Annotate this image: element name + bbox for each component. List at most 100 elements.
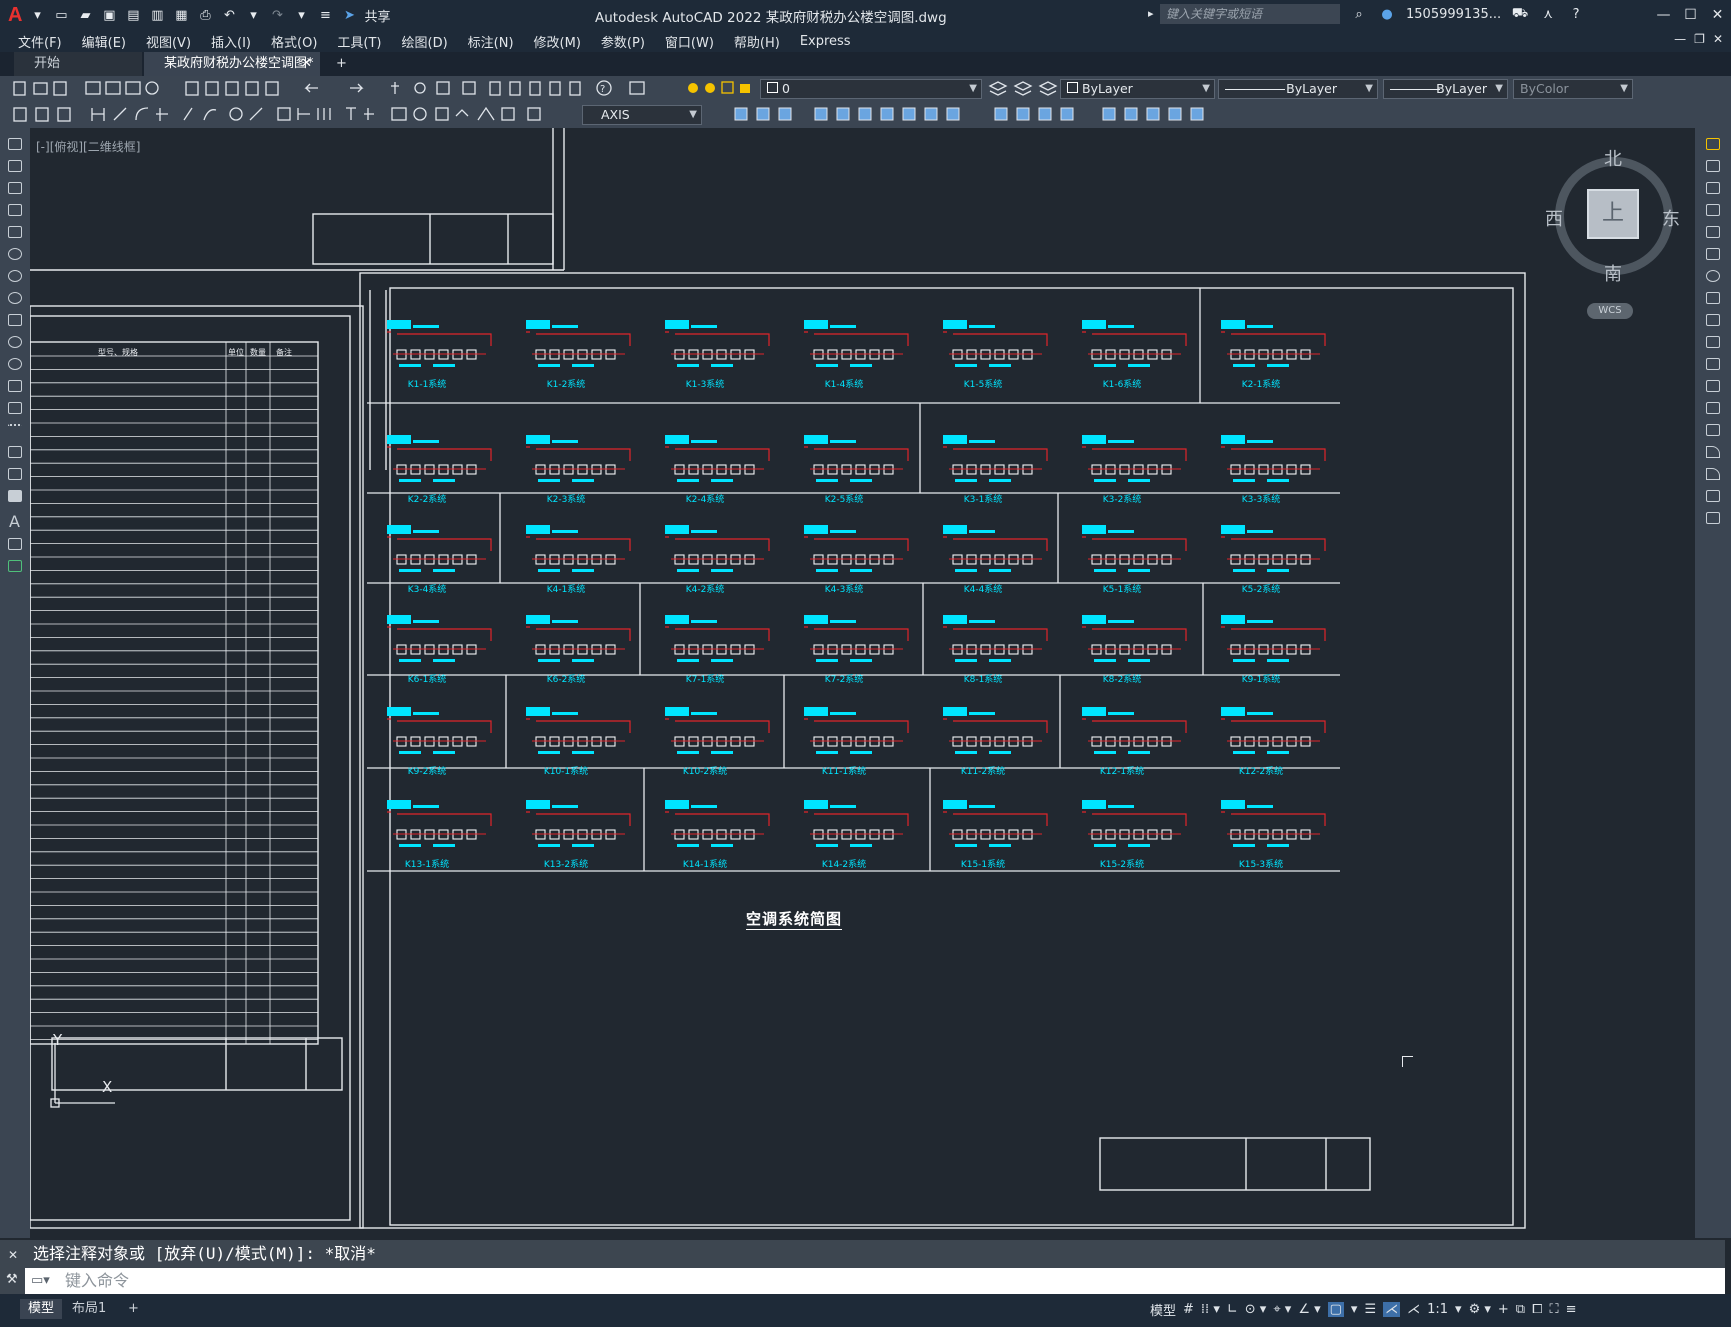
close-tab-icon[interactable]: ✕ [301, 52, 312, 76]
extend-icon[interactable] [1706, 358, 1720, 370]
menu-view[interactable]: 视图(V) [136, 32, 201, 51]
doc-close-icon[interactable]: ✕ [1713, 32, 1723, 46]
chevron-down-icon[interactable]: ▾ [1455, 1302, 1462, 1317]
osnap-icon[interactable]: ⌖ ▾ [1273, 1302, 1291, 1317]
tab-layout1[interactable]: 布局1 [64, 1299, 114, 1319]
annotation-auto-scale-icon[interactable]: ⋌ [1407, 1302, 1420, 1317]
hatch-icon[interactable] [8, 446, 22, 458]
arc-icon[interactable] [8, 248, 22, 260]
search-input[interactable]: 键入关键字或短语 [1160, 4, 1340, 24]
open-web-icon[interactable]: ▥ [148, 6, 166, 24]
menu-express[interactable]: Express [790, 34, 861, 49]
plotstyle-dropdown[interactable]: ByColor ▼ [1513, 79, 1633, 99]
minimize-icon[interactable]: — [1650, 0, 1677, 30]
menu-insert[interactable]: 插入(I) [201, 32, 261, 51]
explode-icon[interactable] [1706, 512, 1720, 524]
modify-toolbar-icons[interactable] [705, 102, 1225, 128]
rectangle-icon[interactable] [8, 226, 22, 238]
line-icon[interactable] [8, 138, 22, 150]
menu-draw[interactable]: 绘图(D) [392, 32, 458, 51]
lineweight-dropdown[interactable]: ByLayer ▼ [1383, 79, 1508, 99]
compass-west[interactable]: 西 [1545, 205, 1563, 231]
polyline-icon[interactable] [8, 182, 22, 194]
chevron-right-icon[interactable]: ▸ [1148, 7, 1154, 20]
transparency-icon[interactable]: ▢ [1327, 1302, 1344, 1317]
menu-help[interactable]: 帮助(H) [724, 32, 790, 51]
layer-tools-icons[interactable] [985, 76, 1060, 102]
insert-block-icon[interactable] [8, 380, 22, 392]
tab-drawing[interactable]: 某政府财税办公楼空调图* ✕ [144, 52, 320, 76]
circle-icon[interactable] [8, 270, 22, 282]
linetype-dropdown[interactable]: ByLayer ▼ [1218, 79, 1378, 99]
clean-screen-icon[interactable]: ⛶ [1549, 1302, 1558, 1317]
grid-icon[interactable]: # [1183, 1302, 1194, 1317]
mirror-icon[interactable] [1706, 182, 1720, 194]
viewcube[interactable]: 上 北 南 东 西 WCS [1540, 145, 1690, 325]
viewcube-top-face[interactable]: 上 [1587, 189, 1639, 239]
gradient-icon[interactable] [8, 468, 22, 480]
chamfer-icon[interactable] [1706, 446, 1720, 458]
doc-minimize-icon[interactable]: — [1674, 32, 1686, 46]
dimension-toolbar-icons[interactable] [0, 102, 580, 128]
isolate-objects-icon[interactable]: ⧉ [1516, 1302, 1525, 1317]
polygon-icon[interactable] [8, 204, 22, 216]
doc-restore-icon[interactable]: ❐ [1694, 32, 1705, 46]
chevron-down-icon[interactable]: ▾ [292, 6, 310, 24]
save-icon[interactable]: ▣ [100, 6, 118, 24]
blend-curves-icon[interactable] [1706, 490, 1720, 502]
chevron-down-icon[interactable]: ▾ [28, 6, 46, 24]
dimstyle-dropdown[interactable]: AXIS ▼ [582, 105, 702, 125]
annotation-scale[interactable]: 1:1 [1427, 1302, 1448, 1317]
wcs-menu[interactable]: WCS [1587, 303, 1633, 319]
ortho-icon[interactable]: ∟ [1227, 1302, 1238, 1317]
join-icon[interactable] [1706, 424, 1720, 436]
hardware-acceleration-icon[interactable]: ⧠ [1532, 1302, 1542, 1317]
polar-icon[interactable]: ⊙ ▾ [1245, 1302, 1267, 1317]
help-icon[interactable]: ? [1567, 5, 1585, 23]
menu-window[interactable]: 窗口(W) [655, 32, 724, 51]
autodesk-a360-icon[interactable]: ⋏ [1539, 5, 1557, 23]
trim-icon[interactable] [1706, 336, 1720, 348]
menu-edit[interactable]: 编辑(E) [72, 32, 136, 51]
save-as-icon[interactable]: ▤ [124, 6, 142, 24]
array-icon[interactable] [1706, 226, 1720, 238]
gear-icon[interactable]: ⚙ ▾ [1469, 1302, 1491, 1317]
layer-dropdown[interactable]: 0 ▼ [760, 79, 982, 99]
cart-icon[interactable]: ⛟ [1511, 5, 1529, 23]
open-file-icon[interactable]: ▰ [76, 6, 94, 24]
move-icon[interactable] [1706, 248, 1720, 260]
user-name[interactable]: 1505999135... [1406, 7, 1501, 22]
autocad-logo-icon[interactable]: A [8, 4, 22, 27]
break-at-point-icon[interactable] [1706, 380, 1720, 392]
redo-icon[interactable]: ↷ [268, 6, 286, 24]
customize-icon[interactable]: ≡ [316, 6, 334, 24]
search-icon[interactable]: ⌕ [1350, 5, 1368, 23]
revcloud-icon[interactable] [8, 292, 22, 304]
tab-start[interactable]: 开始 [14, 52, 142, 76]
compass-north[interactable]: 北 [1604, 145, 1622, 171]
drawing-canvas[interactable]: [-][俯视][二维线框] K1-1系统 K1-2系统 K1-3系统 K1-4系统 K1… [30, 128, 1695, 1238]
selection-cycling-icon[interactable]: ▾ [1351, 1302, 1358, 1317]
break-icon[interactable] [1706, 402, 1720, 414]
menu-tools[interactable]: 工具(T) [327, 32, 391, 51]
menu-parametric[interactable]: 参数(P) [591, 32, 655, 51]
share-icon[interactable]: ➤ [340, 6, 358, 24]
ellipse-icon[interactable] [8, 336, 22, 348]
layer-state-icons[interactable] [680, 76, 760, 102]
command-input[interactable]: ▭▾ 键入命令 [25, 1268, 1725, 1294]
command-line-handle[interactable]: ✕ ⚒ [0, 1240, 25, 1294]
close-icon[interactable]: ✕ [8, 1248, 18, 1262]
user-icon[interactable]: ● [1378, 5, 1396, 23]
close-icon[interactable]: ✕ [1704, 0, 1731, 30]
wrench-icon[interactable]: ⚒ [6, 1272, 18, 1287]
fillet-icon[interactable] [1706, 468, 1720, 480]
add-layout-button[interactable]: + [120, 1299, 147, 1319]
chevron-down-icon[interactable]: ▾ [244, 6, 262, 24]
add-selected-icon[interactable] [8, 560, 22, 572]
new-file-icon[interactable]: ▭ [52, 6, 70, 24]
construction-line-icon[interactable] [8, 160, 22, 172]
standard-toolbar-icons[interactable]: ? [0, 76, 690, 102]
maximize-icon[interactable]: ☐ [1677, 0, 1704, 30]
menu-format[interactable]: 格式(O) [261, 32, 327, 51]
stretch-icon[interactable] [1706, 314, 1720, 326]
